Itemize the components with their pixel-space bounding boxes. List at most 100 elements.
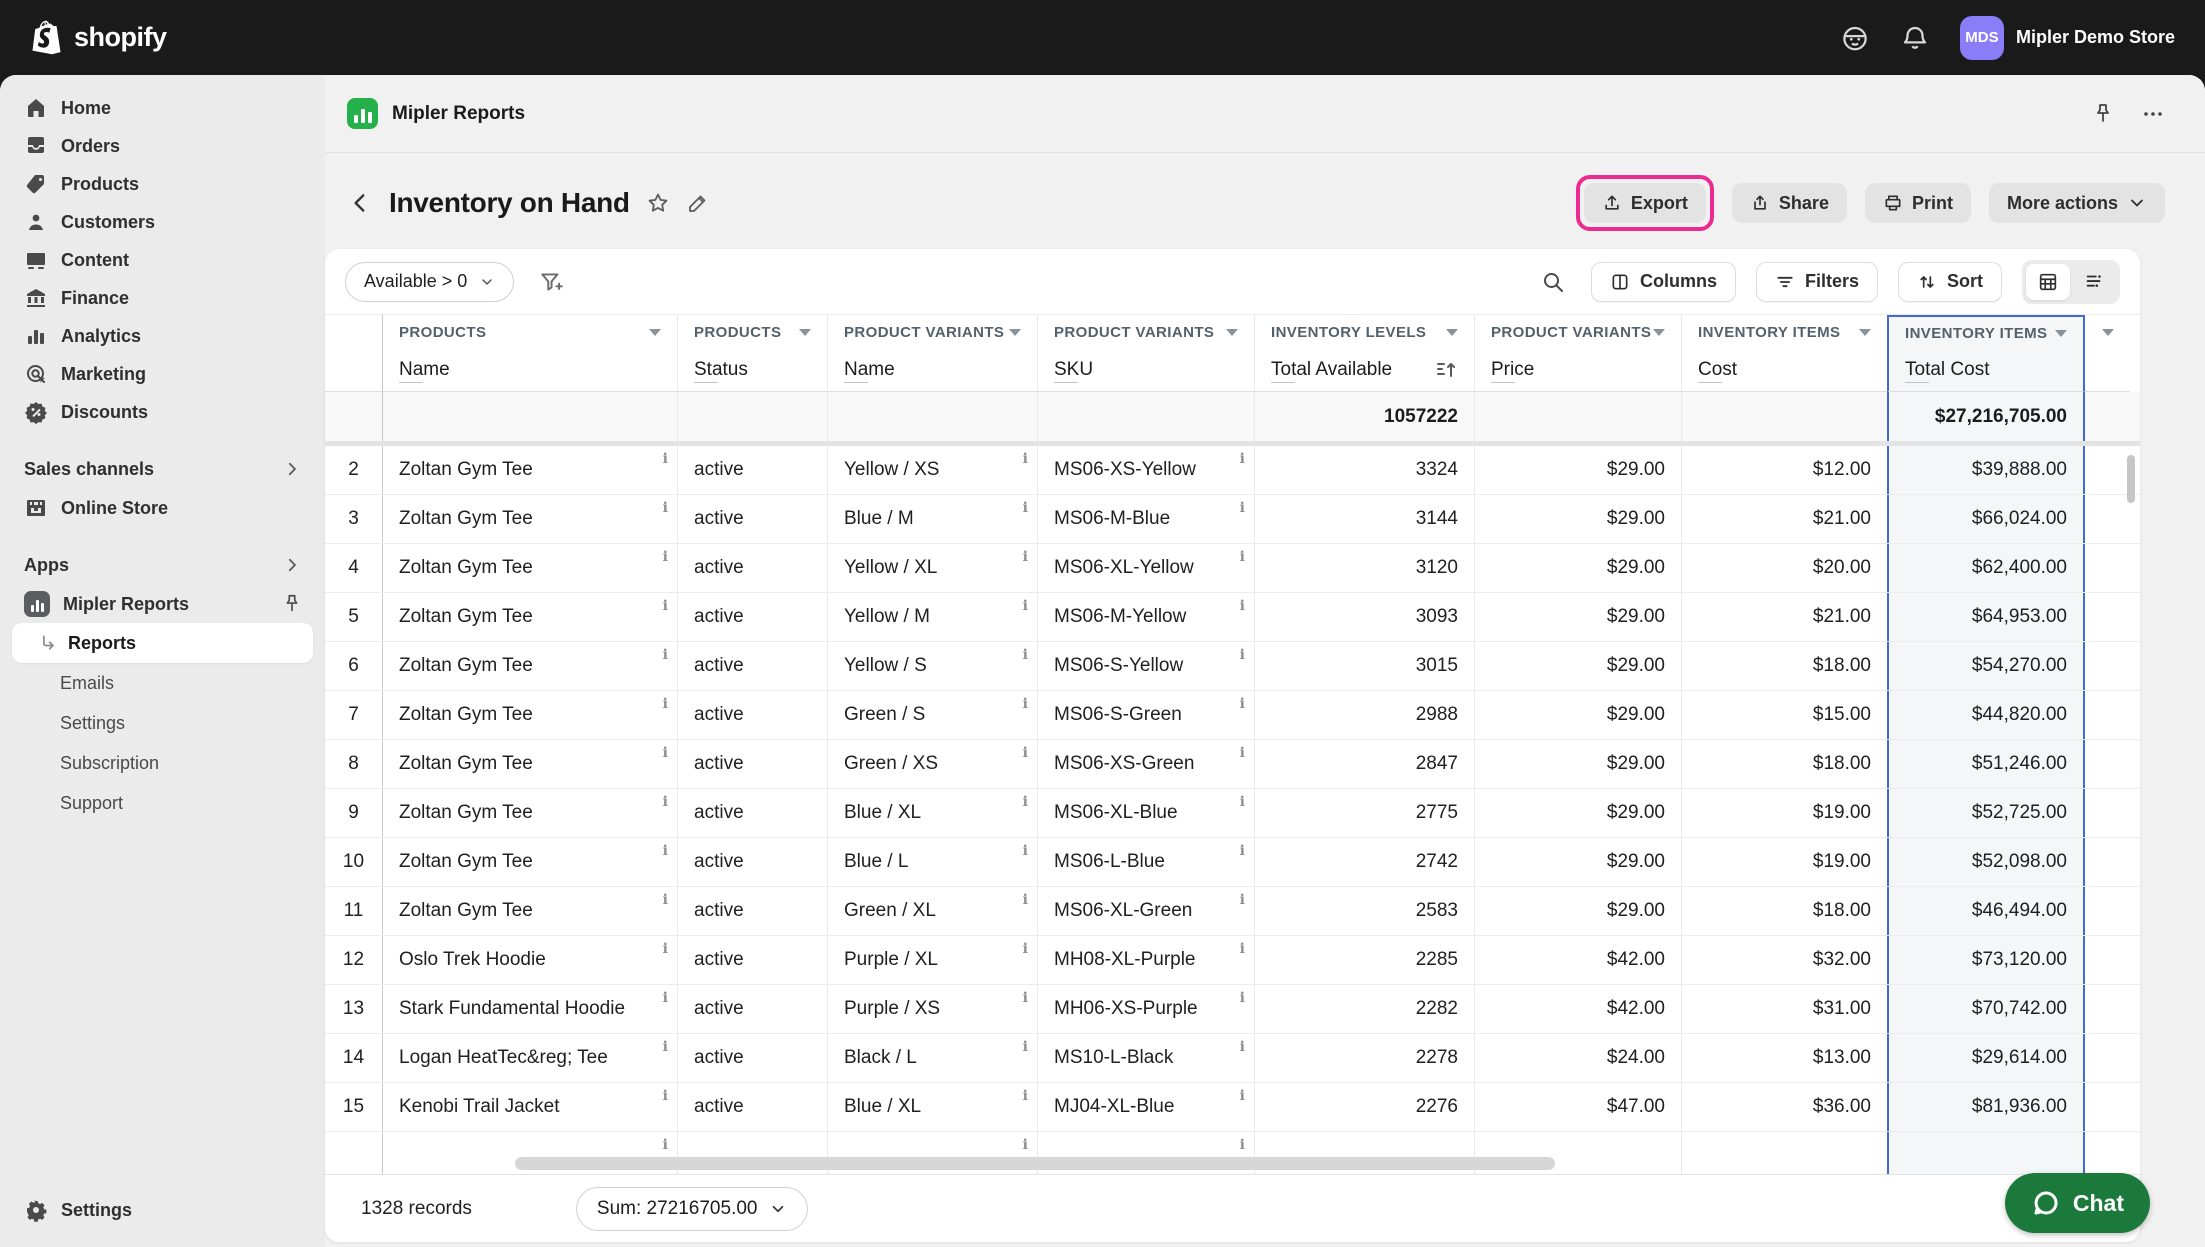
info-icon[interactable]: i (1240, 746, 1245, 760)
info-icon[interactable]: i (663, 599, 668, 613)
cell-cost[interactable]: $21.00 (1682, 495, 1887, 543)
info-icon[interactable]: i (1240, 991, 1245, 1005)
export-button[interactable]: Export (1583, 183, 1706, 223)
sidebar-subitem-support[interactable]: Support (12, 783, 313, 823)
cell-sku[interactable]: MH06-XS-Purple i (1038, 985, 1255, 1033)
sidebar-item-marketing[interactable]: Marketing (12, 355, 313, 393)
cell-cost[interactable]: $19.00 (1682, 838, 1887, 886)
info-icon[interactable]: i (663, 893, 668, 907)
cell-cost[interactable] (1682, 1132, 1887, 1174)
pin-icon[interactable] (2091, 102, 2115, 126)
cell-variant-name[interactable]: Black / Li (828, 1034, 1038, 1082)
info-icon[interactable]: i (663, 501, 668, 515)
group-header-products[interactable]: PRODUCTS (383, 315, 678, 349)
cell-price[interactable]: $42.00 (1475, 985, 1682, 1033)
info-icon[interactable]: i (1240, 452, 1245, 466)
cell-price[interactable]: $29.00 (1475, 789, 1682, 837)
cell-sku[interactable]: MS06-XL-Yellow i (1038, 544, 1255, 592)
sidebar-subitem-emails[interactable]: Emails (12, 663, 313, 703)
column-header-sku[interactable]: SKU (1038, 349, 1255, 392)
info-icon[interactable]: i (1023, 599, 1028, 613)
cell-product-name[interactable]: Logan HeatTec&reg; Tee i (383, 1034, 678, 1082)
cell-total-cost[interactable]: $46,494.00 (1887, 887, 2085, 935)
cell-product-name[interactable]: Zoltan Gym Tee i (383, 544, 678, 592)
sidebar-item-content[interactable]: Content (12, 241, 313, 279)
table-row[interactable]: 10 Zoltan Gym Tee i active Blue / Li MS06… (325, 838, 2140, 887)
cell-total-cost[interactable]: $73,120.00 (1887, 936, 2085, 984)
cell-total-cost[interactable]: $64,953.00 (1887, 593, 2085, 641)
group-header-inventory-items-selected[interactable]: INVENTORY ITEMS (1887, 315, 2085, 349)
cell-price[interactable]: $29.00 (1475, 740, 1682, 788)
info-icon[interactable]: i (1240, 550, 1245, 564)
column-header-total-cost-selected[interactable]: Total Cost (1887, 349, 2085, 392)
sidebar-subitem-reports[interactable]: Reports (12, 623, 313, 663)
sidebar-section-apps[interactable]: Apps (12, 545, 313, 585)
cell-price[interactable]: $29.00 (1475, 838, 1682, 886)
info-icon[interactable]: i (663, 452, 668, 466)
info-icon[interactable]: i (663, 1040, 668, 1054)
info-icon[interactable]: i (1240, 599, 1245, 613)
cell-variant-name[interactable]: Blue / Mi (828, 495, 1038, 543)
cell-sku[interactable]: MS06-S-Yellow i (1038, 642, 1255, 690)
sidebar-item-online-store[interactable]: Online Store (12, 489, 313, 527)
cell-cost[interactable]: $12.00 (1682, 446, 1887, 494)
cell-status[interactable]: active (678, 593, 828, 641)
cell-variant-name[interactable]: Green / XL i (828, 887, 1038, 935)
cell-price[interactable]: $29.00 (1475, 544, 1682, 592)
cell-total-cost[interactable]: $62,400.00 (1887, 544, 2085, 592)
table-row[interactable]: 15 Kenobi Trail Jacket i active Blue / XL… (325, 1083, 2140, 1132)
more-actions-button[interactable]: More actions (1988, 183, 2165, 223)
cell-variant-name[interactable]: Blue / XL i (828, 789, 1038, 837)
cell-cost[interactable]: $31.00 (1682, 985, 1887, 1033)
table-row[interactable]: 2 Zoltan Gym Tee i active Yellow / XS i MS… (325, 446, 2140, 495)
info-icon[interactable]: i (1023, 1040, 1028, 1054)
info-icon[interactable]: i (1023, 893, 1028, 907)
cell-variant-name[interactable]: Yellow / XL i (828, 544, 1038, 592)
group-header-product-variants[interactable]: PRODUCT VARIANTS (1038, 315, 1255, 349)
cell-total-cost[interactable]: $81,936.00 (1887, 1083, 2085, 1131)
columns-button[interactable]: Columns (1590, 261, 1736, 302)
column-header-cost[interactable]: Cost (1682, 349, 1887, 392)
info-icon[interactable]: i (1240, 893, 1245, 907)
cell-variant-name[interactable]: Purple / XS i (828, 985, 1038, 1033)
cell-product-name[interactable]: Zoltan Gym Tee i (383, 789, 678, 837)
sidebar-item-mipler-reports[interactable]: Mipler Reports (12, 585, 281, 623)
cell-sku[interactable]: MS06-S-Green i (1038, 691, 1255, 739)
table-row[interactable]: 5 Zoltan Gym Tee i active Yellow / Mi MS0… (325, 593, 2140, 642)
store-switcher[interactable]: MDS Mipler Demo Store (1959, 15, 2175, 60)
cell-total-available[interactable]: 3093 (1255, 593, 1475, 641)
info-icon[interactable]: i (1240, 795, 1245, 809)
cell-price[interactable]: $29.00 (1475, 495, 1682, 543)
table-row[interactable]: 3 Zoltan Gym Tee i active Blue / Mi MS06-… (325, 495, 2140, 544)
table-row[interactable]: 4 Zoltan Gym Tee i active Yellow / XL i MS… (325, 544, 2140, 593)
info-icon[interactable]: i (1023, 697, 1028, 711)
info-icon[interactable]: i (1023, 795, 1028, 809)
cell-total-available[interactable]: 3120 (1255, 544, 1475, 592)
cell-price[interactable]: $29.00 (1475, 691, 1682, 739)
vertical-scrollbar[interactable] (2127, 455, 2135, 503)
cell-status[interactable]: active (678, 936, 828, 984)
info-icon[interactable]: i (1240, 501, 1245, 515)
info-icon[interactable]: i (663, 648, 668, 662)
edit-pencil-icon[interactable] (686, 191, 710, 215)
cell-product-name[interactable]: Zoltan Gym Tee i (383, 593, 678, 641)
cell-variant-name[interactable]: Blue / XL i (828, 1083, 1038, 1131)
table-row[interactable]: 11 Zoltan Gym Tee i active Green / XL i MS… (325, 887, 2140, 936)
cell-price[interactable]: $24.00 (1475, 1034, 1682, 1082)
info-icon[interactable]: i (1240, 648, 1245, 662)
info-icon[interactable]: i (1240, 1089, 1245, 1103)
chat-button[interactable]: Chat (2004, 1173, 2150, 1233)
more-options-icon[interactable] (2141, 102, 2165, 126)
sidebar-item-home[interactable]: Home (12, 89, 313, 127)
group-header-inventory-levels[interactable]: INVENTORY LEVELS (1255, 315, 1475, 349)
info-icon[interactable]: i (663, 697, 668, 711)
cell-sku[interactable]: MS06-XL-Green i (1038, 887, 1255, 935)
info-icon[interactable]: i (1023, 844, 1028, 858)
sidebar-subitem-subscription[interactable]: Subscription (12, 743, 313, 783)
cell-cost[interactable]: $20.00 (1682, 544, 1887, 592)
cell-variant-name[interactable]: Green / XS i (828, 740, 1038, 788)
cell-price[interactable]: $47.00 (1475, 1083, 1682, 1131)
column-header-price[interactable]: Price (1475, 349, 1682, 392)
cell-status[interactable]: active (678, 740, 828, 788)
summary-view-button[interactable] (2072, 264, 2116, 300)
